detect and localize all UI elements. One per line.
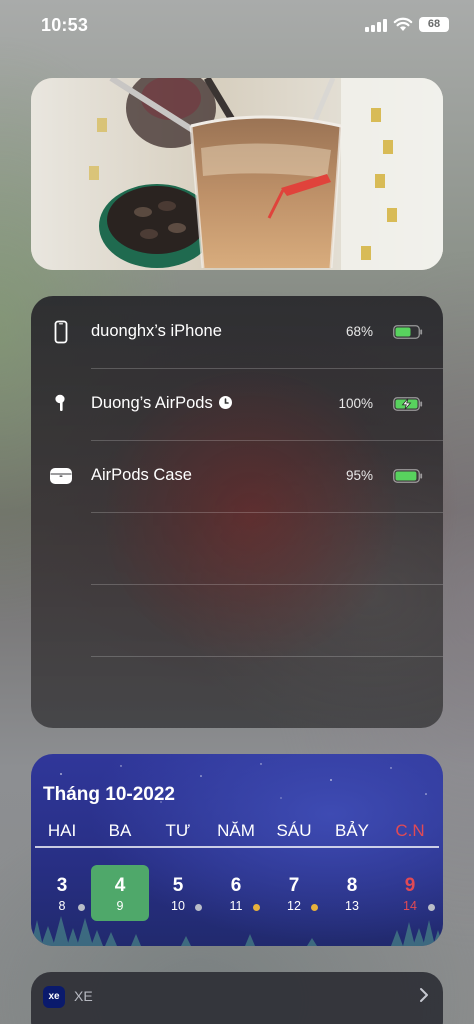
calendar-day[interactable]: 3 8 <box>33 865 91 921</box>
battery-level-icon <box>393 325 423 339</box>
chevron-right-icon[interactable] <box>417 986 431 1004</box>
wifi-icon <box>393 17 413 31</box>
battery-row-iphone: duonghx’s iPhone 68% <box>31 296 443 368</box>
weekday-label: NĂM <box>217 821 255 840</box>
battery-row-airpods-case: AirPods Case 95% <box>31 440 443 512</box>
solar-date: 9 <box>404 875 416 896</box>
event-dot <box>428 904 435 911</box>
event-dot <box>311 904 318 911</box>
device-name: AirPods Case <box>91 466 192 484</box>
battery-status-icon: 68 <box>419 17 449 32</box>
solar-date: 6 <box>230 875 242 896</box>
battery-percent: 100% <box>338 396 373 411</box>
event-dot <box>253 904 260 911</box>
calendar-day-today[interactable]: 4 9 <box>91 865 149 921</box>
weekday-label: BẢY <box>334 821 370 840</box>
weekday-label: HAI <box>47 821 77 840</box>
calendar-widget[interactable]: Tháng 10-2022 HAI BA TƯ NĂM SÁU BẢY C.N … <box>31 754 443 946</box>
xe-widget-title: XE <box>74 988 93 1004</box>
row-separator <box>91 512 443 513</box>
battery-charging-icon <box>393 397 423 411</box>
event-dot <box>78 904 85 911</box>
calendar-day[interactable]: 8 13 <box>323 865 381 921</box>
battery-row-airpods: Duong’s AirPods 100% <box>31 368 443 440</box>
xe-widget[interactable]: xe XE <box>31 972 443 1024</box>
photo-widget[interactable] <box>31 78 443 270</box>
event-dot <box>195 904 202 911</box>
xe-logo: xe <box>43 986 65 1008</box>
device-name: Duong’s AirPods <box>91 394 232 413</box>
calendar-divider <box>35 846 439 848</box>
airpod-icon <box>55 394 65 411</box>
calendar-day[interactable]: 5 10 <box>149 865 207 921</box>
row-separator <box>91 656 443 657</box>
calendar-day[interactable]: 6 11 <box>207 865 265 921</box>
solar-date: 3 <box>56 875 68 896</box>
solar-date: 7 <box>288 875 300 896</box>
status-bar: 10:53 68 <box>0 0 474 50</box>
weekday-label-sunday: C.N <box>395 821 425 840</box>
calendar-month-title: Tháng 10-2022 <box>43 784 175 805</box>
solar-date: 5 <box>172 875 184 896</box>
status-time: 10:53 <box>41 15 89 35</box>
device-name: duonghx’s iPhone <box>91 322 222 340</box>
clock-icon <box>218 396 232 409</box>
battery-percent: 68% <box>345 324 373 339</box>
weekday-label: TƯ <box>165 821 191 840</box>
weekday-label: SÁU <box>276 821 312 840</box>
cellular-signal-icon <box>365 19 387 32</box>
row-separator <box>91 584 443 585</box>
battery-percent: 95% <box>345 468 373 483</box>
weekday-label: BA <box>108 821 132 840</box>
device-name-text: Duong’s AirPods <box>91 394 213 412</box>
calendar-day[interactable]: 7 12 <box>265 865 323 921</box>
calendar-day-sunday[interactable]: 9 14 <box>381 865 439 921</box>
lunar-date: 13 <box>345 899 359 913</box>
solar-date: 8 <box>346 875 358 896</box>
lunar-date: 9 <box>116 899 124 913</box>
airpods-case-icon <box>50 468 72 484</box>
photo-image <box>31 78 443 270</box>
batteries-widget[interactable]: duonghx’s iPhone 68% Duong’s AirPods 100… <box>31 296 443 728</box>
solar-date: 4 <box>114 875 126 896</box>
iphone-icon <box>54 320 68 344</box>
battery-level-icon <box>393 469 423 483</box>
